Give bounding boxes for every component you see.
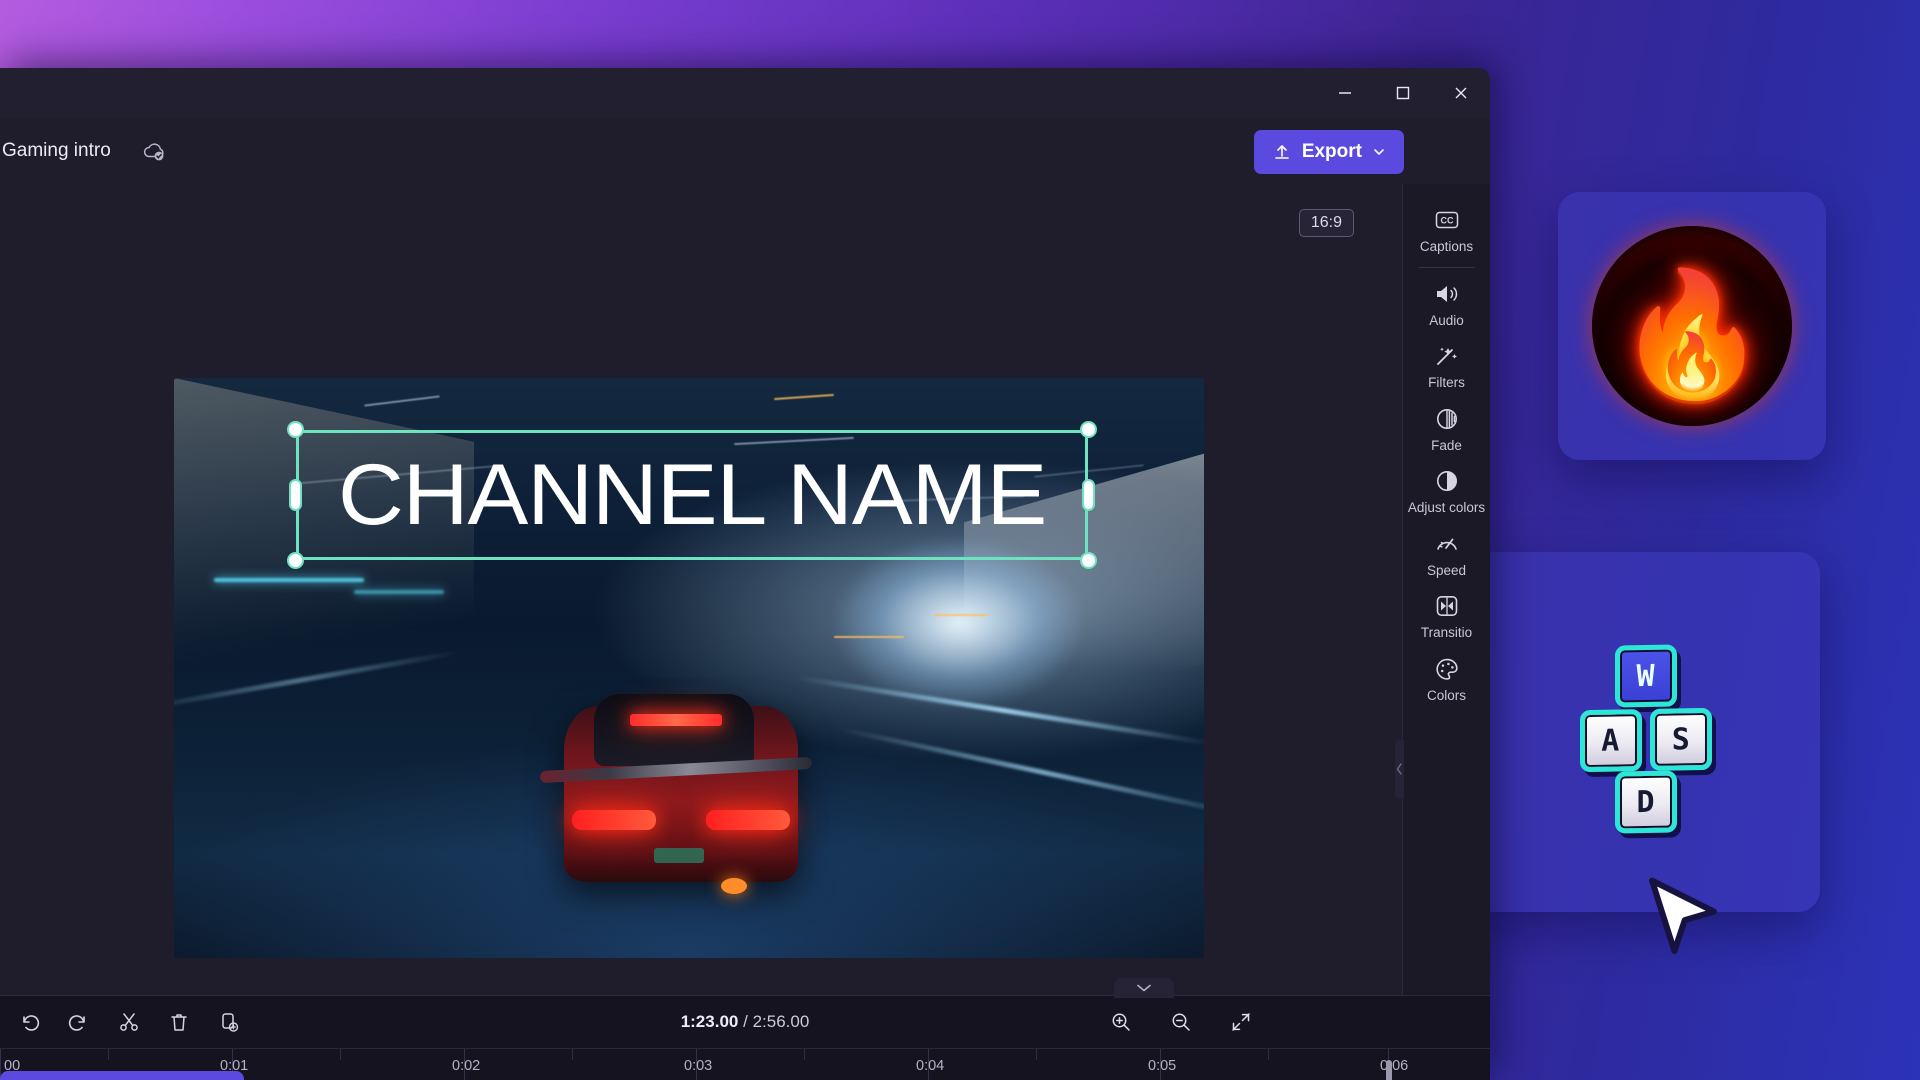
redo-icon[interactable] [58, 996, 100, 1048]
sidebar-label-transition: Transitio [1420, 625, 1473, 641]
time-readout: 1:23.00 / 2:56.00 [681, 1012, 810, 1032]
sidebar-item-filters[interactable]: Filters [1403, 334, 1491, 397]
timeline-toolbar: 1:23.00 / 2:56.00 [0, 978, 1490, 1048]
preview-area: 16:9 CHANNEL NAME [0, 184, 1402, 1050]
timeline-clip[interactable] [0, 1071, 244, 1080]
timeline-zoom-tools [1100, 996, 1262, 1048]
project-title[interactable]: Gaming intro [2, 140, 111, 162]
adjust-colors-icon [1436, 471, 1457, 492]
wasd-bottom-row: A S D [1559, 708, 1733, 835]
car-graphic [539, 678, 816, 908]
mouse-cursor-icon [1649, 877, 1717, 955]
ruler-label-2: 0:02 [452, 1058, 481, 1074]
key-w: W [1615, 644, 1677, 708]
ruler-label-4: 0:04 [916, 1058, 945, 1074]
filters-icon [1436, 347, 1457, 365]
upload-icon [1275, 145, 1289, 159]
trash-icon[interactable] [158, 996, 200, 1048]
wasd-top-row: W [1559, 644, 1733, 709]
svg-text:CC: CC [1440, 216, 1453, 226]
transition-icon [1436, 596, 1457, 617]
total-time: 2:56.00 [752, 1012, 810, 1031]
sidebar-divider [1418, 266, 1475, 268]
undo-icon[interactable] [8, 996, 50, 1048]
selection-edge-top [296, 430, 1088, 433]
close-icon[interactable] [1432, 68, 1490, 118]
key-d: D [1615, 770, 1677, 834]
timeline-panel: 1:23.00 / 2:56.00 00 0:01 0:02 0:03 0:04… [0, 978, 1490, 1080]
resize-handle-top-left[interactable] [287, 421, 304, 438]
resize-handle-bottom-right[interactable] [1080, 552, 1097, 569]
sidebar-item-captions[interactable]: CC Captions [1403, 198, 1491, 261]
time-separator: / [743, 1012, 748, 1031]
video-preview[interactable]: CHANNEL NAME [174, 378, 1204, 958]
maximize-icon[interactable] [1374, 68, 1432, 118]
zoom-in-icon[interactable] [1100, 996, 1142, 1048]
wasd-keys-group: W A S D [1559, 644, 1733, 835]
channel-name-text[interactable]: CHANNEL NAME [296, 452, 1088, 538]
timeline-ruler[interactable]: 00 0:01 0:02 0:03 0:04 0:05 0:06 [0, 1048, 1490, 1080]
ruler-label-5: 0:05 [1148, 1058, 1177, 1074]
sidebar-item-colors[interactable]: Colors [1403, 647, 1491, 710]
fire-sticker-card: 🔥 🔥 [1558, 192, 1826, 460]
sidebar-item-audio[interactable]: Audio [1403, 272, 1491, 335]
sidebar-label-audio: Audio [1429, 312, 1464, 328]
playhead[interactable] [1386, 1060, 1392, 1080]
audio-icon [1436, 285, 1457, 302]
fire-badge-icon: 🔥 🔥 [1592, 226, 1792, 426]
captions-icon: CC [1435, 211, 1458, 229]
timeline-edit-tools [8, 996, 250, 1048]
sidebar-label-speed: Speed [1426, 562, 1467, 578]
duplicate-icon[interactable] [208, 996, 250, 1048]
resize-handle-middle-left[interactable] [289, 479, 302, 511]
cloud-saved-icon [141, 140, 167, 162]
sidebar-label-captions: Captions [1419, 239, 1474, 254]
wasd-sticker-card: W A S D [1472, 552, 1820, 912]
aspect-ratio-badge[interactable]: 16:9 [1298, 209, 1354, 237]
sidebar-item-speed[interactable]: Speed [1403, 522, 1491, 585]
sidebar-item-transition[interactable]: Transitio [1403, 584, 1491, 647]
window-titlebar [0, 68, 1490, 118]
sidebar-label-colors: Colors [1426, 687, 1466, 703]
selection-edge-bottom [296, 557, 1088, 560]
ruler-label-6: 0:06 [1380, 1058, 1409, 1074]
chevron-down-icon [1374, 149, 1384, 155]
zoom-out-icon[interactable] [1160, 996, 1202, 1048]
timeline-collapse-button[interactable] [1114, 978, 1174, 998]
colors-icon [1435, 658, 1458, 680]
clipchamp-window: Gaming intro Export 16:9 CHANNEL NAME CC… [0, 68, 1490, 1080]
fade-icon [1436, 408, 1457, 429]
export-button[interactable]: Export [1253, 130, 1404, 174]
speed-icon [1436, 538, 1457, 550]
minimize-icon[interactable] [1316, 68, 1374, 118]
scissors-icon[interactable] [108, 996, 150, 1048]
tool-sidebar: CC Captions Audio Filters Fade Adjust co… [1395, 184, 1491, 995]
panel-collapse-handle[interactable] [1395, 740, 1404, 798]
fit-to-screen-icon[interactable] [1220, 996, 1262, 1048]
editor-body: 16:9 CHANNEL NAME CC Captions Audio Filt… [0, 184, 1491, 1050]
sidebar-label-filters: Filters [1428, 375, 1465, 391]
sidebar-label-adjust-colors: Adjust colors [1407, 500, 1486, 516]
channel-name-label: CHANNEL NAME [337, 447, 1047, 543]
export-label: Export [1301, 141, 1362, 162]
current-time: 1:23.00 [680, 1012, 739, 1031]
editor-header: Gaming intro Export [0, 118, 1490, 184]
resize-handle-top-right[interactable] [1080, 421, 1097, 438]
resize-handle-middle-right[interactable] [1082, 479, 1095, 511]
resize-handle-bottom-left[interactable] [287, 552, 304, 569]
sidebar-label-fade: Fade [1431, 437, 1462, 453]
key-s: S [1650, 708, 1713, 772]
text-selection-box[interactable]: CHANNEL NAME [287, 421, 1097, 569]
key-a: A [1579, 709, 1642, 773]
ruler-label-3: 0:03 [684, 1058, 713, 1074]
flame-inner-icon: 🔥 [1657, 330, 1727, 393]
sidebar-item-adjust-colors[interactable]: Adjust colors [1403, 459, 1491, 522]
sidebar-item-fade[interactable]: Fade [1403, 397, 1491, 460]
